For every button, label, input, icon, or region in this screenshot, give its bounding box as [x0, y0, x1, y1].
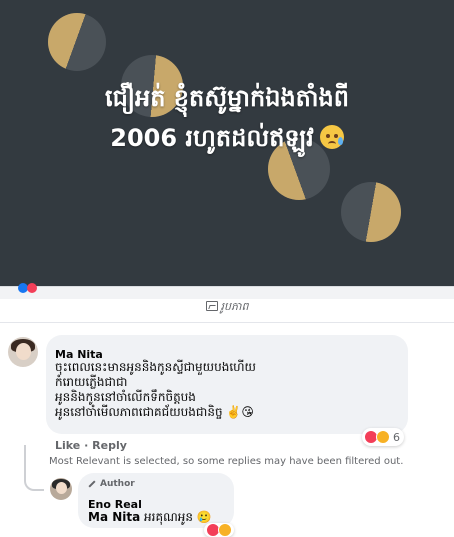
comment-emojis: ✌️😘: [226, 405, 254, 419]
moon-decoration-4: [341, 182, 401, 242]
action-separator: ·: [84, 439, 89, 452]
haha-reaction-icon: [376, 430, 390, 444]
comment-line-1: ចុះពេលនេះមានអូននិងកូនស្ទីជាមួយបងហើយ: [55, 360, 256, 374]
haha-reaction-icon: [218, 523, 232, 537]
reply-emoji: 🥲: [196, 510, 212, 524]
reply-avatar[interactable]: [50, 478, 72, 500]
post-image-text-line2-label: 2006 រហូតដល់ឥឡូវ: [110, 124, 314, 152]
image-icon: [205, 301, 218, 311]
comment-line-4-text: អូននៅចាំមើលភាពជោគជ័យបងជានិច្ច: [55, 405, 223, 419]
mention-link[interactable]: Ma Nita: [88, 510, 140, 524]
post-image-text: ជឿអត់ ខ្ញុំតស៊ូម្នាក់ឯងតាំងពី 2006 រហូតដ…: [0, 78, 454, 158]
reaction-count: 6: [393, 430, 400, 444]
crying-smile-emoji-icon: [319, 125, 344, 149]
comment-bubble: Ma Nita ចុះពេលនេះមានអូននិងកូនស្ទីជាមួយបង…: [46, 335, 408, 434]
reply-bubble: Author Eno Real Ma Nita អរគុណអូន 🥲: [78, 473, 234, 528]
comment-line-2: កំរោយភ្លើងជាជា: [55, 375, 128, 389]
comment-line-4: អូននៅចាំមើលភាពជោគជ័យបងជានិច្ច ✌️😘: [55, 405, 256, 420]
post-image[interactable]: ជឿអត់ ខ្ញុំតស៊ូម្នាក់ឯងតាំងពី 2006 រហូតដ…: [0, 0, 454, 286]
reply-text: អរគុណអូន: [144, 510, 193, 524]
post-reaction-strip: [0, 283, 454, 299]
post-image-text-line2: 2006 រហូតដល់ឥឡូវ: [0, 118, 454, 158]
moon-decoration-1: [48, 13, 106, 71]
like-link[interactable]: Like: [55, 439, 80, 452]
author-badge-label: Author: [100, 479, 135, 489]
reply-reactions[interactable]: [204, 523, 234, 537]
heart-reaction-icon: [27, 283, 37, 293]
image-caption: រូបភាព: [0, 300, 454, 316]
author-badge: Author: [88, 479, 135, 489]
comment-line-3: អូននិងកូននៅចាំលើកទឹកចិត្តបង: [55, 390, 196, 404]
post-image-text-line1: ជឿអត់ ខ្ញុំតស៊ូម្នាក់ឯងតាំងពី: [104, 84, 350, 112]
comment-actions: Like · Reply: [55, 439, 127, 452]
image-caption-text: រូបភាព: [220, 300, 249, 313]
pencil-icon: [88, 480, 96, 488]
avatar[interactable]: [8, 337, 38, 367]
filter-notice: Most Relevant is selected, so some repli…: [49, 456, 404, 467]
reply-thread-line: [24, 445, 44, 491]
reply-link[interactable]: Reply: [92, 439, 127, 452]
comment-reactions[interactable]: 6: [362, 428, 404, 446]
